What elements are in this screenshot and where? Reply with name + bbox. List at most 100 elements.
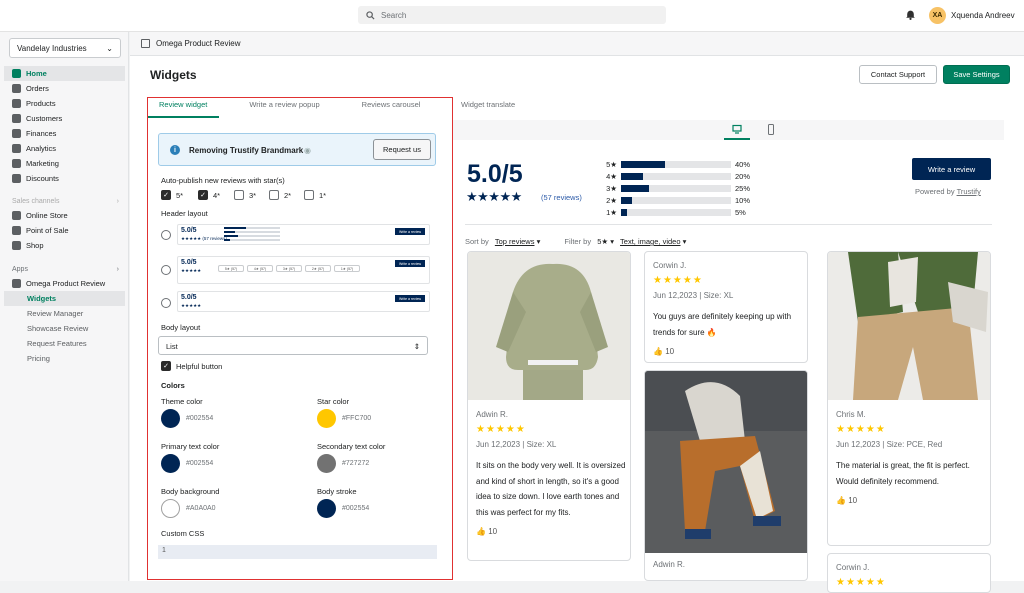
finances-icon bbox=[12, 129, 21, 138]
review-content: Corwin J. ★★★★★ bbox=[836, 560, 986, 590]
reviewer-name: Corwin J. bbox=[653, 261, 687, 270]
app-icon bbox=[12, 279, 21, 288]
sidebar-item-marketing[interactable]: Marketing bbox=[0, 156, 129, 171]
sidebar-item-discounts[interactable]: Discounts bbox=[0, 171, 129, 186]
distribution-row[interactable]: 3★ 25% bbox=[603, 182, 763, 194]
review-body: It sits on the body very well. It is ove… bbox=[476, 461, 626, 517]
review-photo[interactable] bbox=[645, 371, 808, 553]
sidebar-subitem-pricing[interactable]: Pricing bbox=[0, 351, 129, 366]
sidebar-item-orders[interactable]: Orders bbox=[0, 81, 129, 96]
review-stars: ★★★★★ bbox=[836, 424, 886, 435]
sidebar-item-pos[interactable]: Point of Sale bbox=[0, 223, 129, 238]
powered-by-label: Powered by bbox=[915, 187, 955, 196]
store-selector[interactable]: Vandelay Industries ⌄ bbox=[9, 38, 121, 58]
chevron-right-icon: › bbox=[116, 197, 119, 205]
sidebar-item-home[interactable]: Home bbox=[4, 66, 125, 81]
write-review-button[interactable]: Write a review bbox=[912, 158, 991, 180]
marketing-icon bbox=[12, 159, 21, 168]
desktop-view-button[interactable] bbox=[724, 124, 750, 140]
apps-nav: Apps › Omega Product Review Widgets Revie… bbox=[0, 262, 129, 366]
contact-support-button[interactable]: Contact Support bbox=[859, 65, 937, 84]
overall-score: 5.0/5 bbox=[467, 160, 523, 188]
review-card[interactable]: Corwin J. ★★★★★ bbox=[827, 553, 991, 593]
helpful-button[interactable]: 👍 10 bbox=[476, 524, 626, 539]
review-photo[interactable] bbox=[468, 252, 631, 400]
review-date: Jun 12,2023 | Size: PCE, Red bbox=[836, 440, 943, 449]
search-input[interactable]: Search bbox=[358, 6, 666, 24]
distribution-star: 5★ bbox=[606, 159, 617, 169]
sidebar-subitem-widgets[interactable]: Widgets bbox=[4, 291, 125, 306]
helpful-button[interactable]: 👍 10 bbox=[836, 493, 986, 508]
sidebar-item-label: Customers bbox=[26, 114, 63, 123]
app-title: Omega Product Review bbox=[156, 39, 241, 48]
sidebar-subitem-request-features[interactable]: Request Features bbox=[0, 336, 129, 351]
filter-type-dropdown[interactable]: Text, image, video bbox=[620, 237, 680, 246]
app-icon bbox=[141, 39, 150, 48]
helpful-button[interactable]: 👍 10 bbox=[653, 344, 803, 359]
search-icon bbox=[366, 10, 375, 20]
review-content: Adwin R. ★★★★★ Jun 12,2023 | Size: XL It… bbox=[476, 407, 626, 539]
avatar[interactable]: XA bbox=[929, 7, 946, 24]
review-count-link[interactable]: (57 reviews) bbox=[541, 193, 582, 202]
customers-icon bbox=[12, 114, 21, 123]
sidebar-item-label: Analytics bbox=[26, 144, 57, 153]
bell-icon[interactable] bbox=[905, 9, 916, 20]
review-card[interactable]: Chris M. ★★★★★ Jun 12,2023 | Size: PCE, … bbox=[827, 251, 991, 546]
review-card[interactable]: Adwin R. ★★★★★ Jun 12,2023 | Size: XL It… bbox=[467, 251, 631, 561]
sidebar-subitem-showcase-review[interactable]: Showcase Review bbox=[0, 321, 129, 336]
caret-down-icon: ▾ bbox=[682, 237, 687, 246]
sidebar-item-label: Marketing bbox=[26, 159, 59, 168]
sales-channels-header[interactable]: Sales channels › bbox=[0, 194, 129, 208]
review-content: Corwin J. ★★★★★ Jun 12,2023 | Size: XL Y… bbox=[653, 258, 803, 359]
sidebar-item-label: Online Store bbox=[26, 211, 68, 220]
caret-down-icon: ▾ bbox=[536, 237, 541, 246]
reviewer-name: Corwin J. bbox=[836, 563, 870, 572]
sales-channels-label: Sales channels bbox=[12, 197, 60, 205]
sidebar-item-label: Finances bbox=[26, 129, 57, 138]
user-name[interactable]: Xquenda Andreev bbox=[951, 11, 1015, 20]
discounts-icon bbox=[12, 174, 21, 183]
sort-dropdown[interactable]: Top reviews bbox=[495, 237, 535, 246]
desktop-icon bbox=[732, 124, 742, 134]
distribution-row[interactable]: 4★ 20% bbox=[603, 170, 763, 182]
sidebar-item-analytics[interactable]: Analytics bbox=[0, 141, 129, 156]
like-count: 10 bbox=[848, 496, 858, 505]
apps-header[interactable]: Apps › bbox=[0, 262, 129, 276]
save-settings-button[interactable]: Save Settings bbox=[943, 65, 1010, 84]
mobile-view-button[interactable] bbox=[758, 124, 784, 140]
reviewer-name: Adwin R. bbox=[653, 560, 686, 569]
sidebar-item-label: Products bbox=[26, 99, 56, 108]
divider bbox=[465, 224, 992, 225]
sidebar-item-finances[interactable]: Finances bbox=[0, 126, 129, 141]
trustify-link[interactable]: Trustify bbox=[957, 187, 981, 196]
sidebar-item-customers[interactable]: Customers bbox=[0, 111, 129, 126]
top-bar: Search XA Xquenda Andreev bbox=[0, 0, 1024, 32]
review-card[interactable]: Adwin R. bbox=[644, 370, 808, 581]
orders-icon bbox=[12, 84, 21, 93]
review-stars: ★★★★★ bbox=[476, 424, 526, 435]
distribution-percent: 20% bbox=[735, 171, 751, 181]
sidebar-item-shop[interactable]: Shop bbox=[0, 238, 129, 253]
thumbs-up-icon: 👍 bbox=[836, 496, 846, 505]
distribution-percent: 10% bbox=[735, 195, 751, 205]
review-card[interactable]: Corwin J. ★★★★★ Jun 12,2023 | Size: XL Y… bbox=[644, 251, 808, 363]
sidebar-item-products[interactable]: Products bbox=[0, 96, 129, 111]
review-body: The material is great, the fit is perfec… bbox=[836, 461, 970, 486]
overall-stars: ★★★★★ bbox=[466, 189, 522, 204]
sidebar-item-label: Discounts bbox=[26, 174, 59, 183]
distribution-row[interactable]: 2★ 10% bbox=[603, 194, 763, 206]
distribution-star: 1★ bbox=[606, 207, 617, 217]
sidebar-item-online-store[interactable]: Online Store bbox=[0, 208, 129, 223]
distribution-row[interactable]: 1★ 5% bbox=[603, 206, 763, 218]
distribution-row[interactable]: 5★ 40% bbox=[603, 158, 763, 170]
filter-star-dropdown[interactable]: 5★ bbox=[597, 237, 608, 246]
page-title: Widgets bbox=[150, 68, 197, 82]
sidebar-subitem-review-manager[interactable]: Review Manager bbox=[0, 306, 129, 321]
distribution-percent: 5% bbox=[735, 207, 746, 217]
review-stars: ★★★★★ bbox=[836, 577, 886, 588]
chevron-down-icon: ⌄ bbox=[106, 44, 113, 53]
distribution-star: 2★ bbox=[606, 195, 617, 205]
tab-widget-translate[interactable]: Widget translate bbox=[461, 100, 515, 109]
review-photo[interactable] bbox=[828, 252, 991, 400]
sidebar-item-omega-app[interactable]: Omega Product Review bbox=[0, 276, 129, 291]
